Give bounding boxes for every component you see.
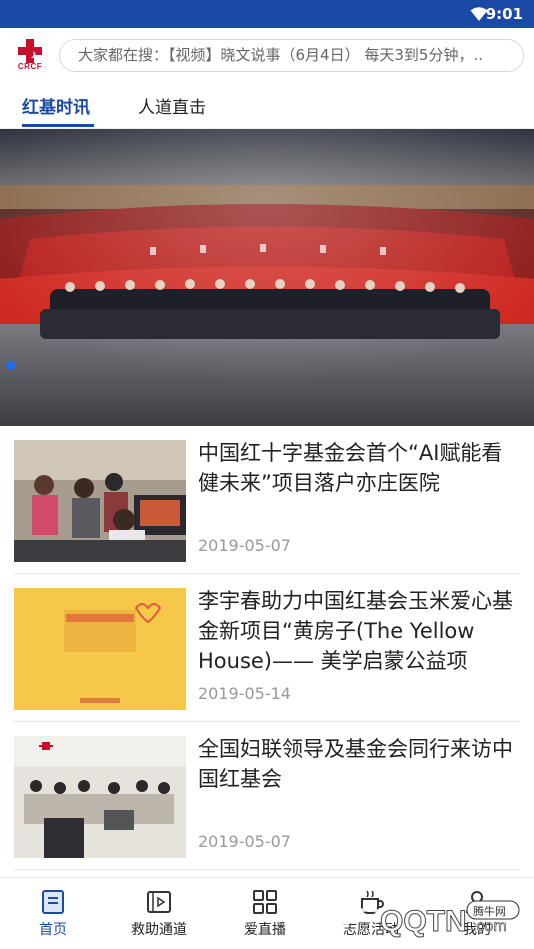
watermark-suffix: .com (472, 918, 507, 935)
grid-icon (253, 890, 277, 914)
banner-image (0, 129, 534, 426)
banner-carousel[interactable] (0, 129, 534, 426)
watermark-brand: QQTN (380, 905, 467, 938)
nav-rescue[interactable]: 救助通道 (106, 878, 212, 949)
news-title: 全国妇联领导及基金会同行来访中国红基会 (198, 737, 513, 791)
status-bar: 9:01 (0, 0, 534, 28)
watermark-top: 腾牛网 (473, 904, 506, 918)
news-item[interactable]: 中国红十字基金会首个“AI赋能看健未来”项目落户亦庄医院 2019-05-07 (14, 426, 520, 574)
search-bar[interactable]: 大家都在搜：【视频】晓文说事（6月4日） 每天3到5分钟，.. (59, 39, 524, 72)
news-thumbnail (14, 736, 186, 858)
nav-label: 首页 (39, 922, 67, 938)
status-time: 9:01 (485, 5, 523, 23)
category-tabs: 红基时讯 人道直击 (0, 83, 534, 129)
news-date: 2019-05-07 (198, 536, 291, 555)
tab-indicator (22, 124, 94, 127)
nav-label: 爱直播 (244, 922, 286, 938)
nav-home[interactable]: 首页 (0, 878, 106, 949)
red-cross-icon (18, 39, 42, 63)
nav-label: 救助通道 (131, 922, 187, 938)
tab-humanitarian[interactable]: 人道直击 (138, 93, 206, 118)
news-thumbnail (14, 588, 186, 710)
app-header: CRCF 大家都在搜：【视频】晓文说事（6月4日） 每天3到5分钟，.. (0, 28, 534, 83)
news-item[interactable]: 全国妇联领导及基金会同行来访中国红基会 2019-05-07 (14, 722, 520, 870)
search-placeholder: 大家都在搜：【视频】晓文说事（6月4日） 每天3到5分钟，.. (78, 46, 483, 64)
news-date: 2019-05-14 (198, 684, 291, 703)
news-item[interactable]: 李宇春助力中国红基会玉米爱心基金新项目“黄房子(The Yellow House… (14, 574, 520, 722)
video-icon (147, 891, 171, 913)
carousel-dot-active[interactable] (6, 361, 15, 370)
news-title: 中国红十字基金会首个“AI赋能看健未来”项目落户亦庄医院 (198, 441, 503, 495)
news-date: 2019-05-07 (198, 832, 291, 851)
home-icon (42, 890, 64, 914)
nav-live[interactable]: 爱直播 (212, 878, 318, 949)
logo-text: CRCF (17, 62, 43, 71)
crcf-logo[interactable]: CRCF (14, 39, 46, 73)
news-title: 李宇春助力中国红基会玉米爱心基金新项目“黄房子(The Yellow House… (198, 589, 513, 673)
tab-hongji-news[interactable]: 红基时讯 (22, 93, 90, 118)
news-thumbnail (14, 440, 186, 562)
qqtn-watermark: QQTN .com 腾牛网 (343, 900, 520, 939)
